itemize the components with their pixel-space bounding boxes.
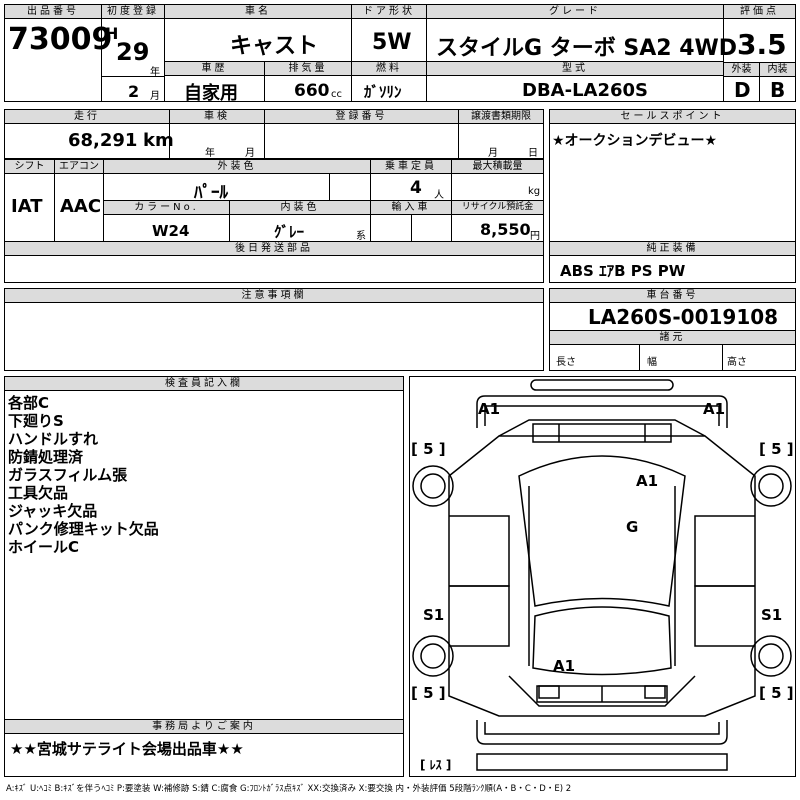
mark-rear: A1 [553,657,576,675]
recycle: 8,550 [480,220,531,239]
recycle-label: リサイクル預託金 [451,200,544,215]
int-label: 内装 [759,62,796,77]
lot-label: 出品番号 [4,4,102,19]
score-label: 評価点 [723,4,796,19]
inspector-label: 検査員記入欄 [4,376,404,391]
disp-label: 排気量 [264,61,352,76]
sales-label: セールスポイント [549,109,796,124]
shift: IAT [11,196,43,217]
seats-label: 乗車定員 [370,159,452,174]
shaken-label: 車検 [169,109,265,124]
sales-box [549,109,796,242]
name-label: 車名 [164,4,352,19]
displacement: 660 [294,81,330,101]
mileage: 68,291 [68,130,138,151]
inspector-item: 工具欠品 [8,484,69,502]
door-label: ドア形状 [351,4,427,19]
mark-tire-rr: [ 5 ] [759,684,794,702]
ac-label: エアコン [54,159,104,174]
reg-year: 29 [116,38,150,66]
shaken-month-unit: 月 [245,148,255,159]
mark-tire-rl: [ 5 ] [411,684,446,702]
history-label: 車歴 [164,61,265,76]
office-text: ★★宮城サテライト会場出品車★★ [10,740,244,758]
load-unit: kg [528,186,541,197]
color-label: 外装色 [103,159,371,174]
inspector-item: 防錆処理済 [8,448,84,466]
mark-side-left: S1 [423,606,445,624]
mark-side-right: S1 [761,606,783,624]
model-code: DBA-LA260S [522,80,648,101]
ext-grade: D [734,78,751,102]
inspector-item: パンク修理キット欠品 [8,520,159,538]
sales-text: ★オークションデビュー★ [552,133,718,149]
colorno: W24 [152,222,190,240]
mark-front-right: A1 [703,400,726,418]
reg-month-unit: 月 [150,91,160,102]
grade: スタイルG ターボ SA2 4WD [436,36,738,61]
intcolor-unit: 系 [356,231,366,242]
ac: AAC [60,196,102,217]
transfer-label: 譲渡書類期限 [458,109,544,124]
shift-label: シフト [4,159,55,174]
ext-label: 外装 [723,62,760,77]
car-diagram [412,379,792,771]
notes-label: 注意事項欄 [4,288,544,303]
width-label: 幅 [647,357,657,368]
height-label: 高さ [727,357,747,368]
chassis-label: 車台番号 [549,288,796,303]
recycle-unit: 円 [530,231,540,242]
mark-front-left: A1 [478,400,501,418]
grade-label: グレード [426,4,724,19]
mark-tire-fr: [ 5 ] [759,440,794,458]
seats: 4 [410,178,422,198]
transfer-day-unit: 日 [528,148,538,159]
inspector-item: 下廻りS [8,412,64,430]
door-type: 5W [372,30,412,55]
lot-number: 73009 [8,22,113,57]
load-label: 最大積載量 [451,159,544,174]
equip-label: 純正装備 [549,241,796,256]
mark-spare: [ ﾚｽ ] [420,758,452,772]
mileage-label: 走行 [4,109,170,124]
shaken-year-unit: 年 [205,148,215,159]
spec-label: 諸元 [549,330,796,345]
score: 3.5 [737,28,787,61]
office-label: 事務局よりご案内 [4,719,404,734]
fuel-label: 燃料 [351,61,427,76]
inspector-list: 各部C 下廻りS ハンドルすれ 防錆処理済 ガラスフィルム張 工具欠品 ジャッキ欠品 パンク修… [8,394,159,556]
model-label: 型式 [426,61,724,76]
fuel: ｶﾞｿﾘﾝ [364,83,402,101]
car-name: キャスト [230,34,319,59]
inspector-item: 各部C [8,394,50,412]
inspector-item: ガラスフィルム張 [8,466,128,484]
intcolor: ｸﾞﾚｰ [274,223,305,241]
seats-unit: 人 [434,190,444,201]
regno-label: 登録番号 [264,109,459,124]
chassis-number: LA260S-0019108 [588,305,779,329]
inspector-item: ホイールC [8,538,80,556]
reg-month: 2 [128,82,140,101]
colorno-label: カラーNo. [103,200,230,215]
transfer-month-unit: 月 [488,148,498,159]
inspector-item: ジャッキ欠品 [8,502,98,520]
length-label: 長さ [556,357,576,368]
legend: A:ｷｽﾞ U:ﾍｺﾐ B:ｷｽﾞを伴うﾍｺﾐ P:要塗装 W:補修跡 S:錆 … [6,784,572,794]
intcolor-label: 内装色 [229,200,371,215]
mark-glass: G [626,518,639,536]
int-grade: B [770,78,786,102]
reg-label: 初度登録 [101,4,165,19]
inspector-item: ハンドルすれ [8,430,99,448]
mark-tire-fl: [ 5 ] [411,440,446,458]
equip: ABS ｴｱB PS PW [560,262,686,280]
disp-unit: cc [331,89,342,100]
import-label: 輸入車 [370,200,452,215]
mark-roof: A1 [636,472,659,490]
later-label: 後日発送部品 [4,241,544,256]
history: 自家用 [184,83,238,104]
